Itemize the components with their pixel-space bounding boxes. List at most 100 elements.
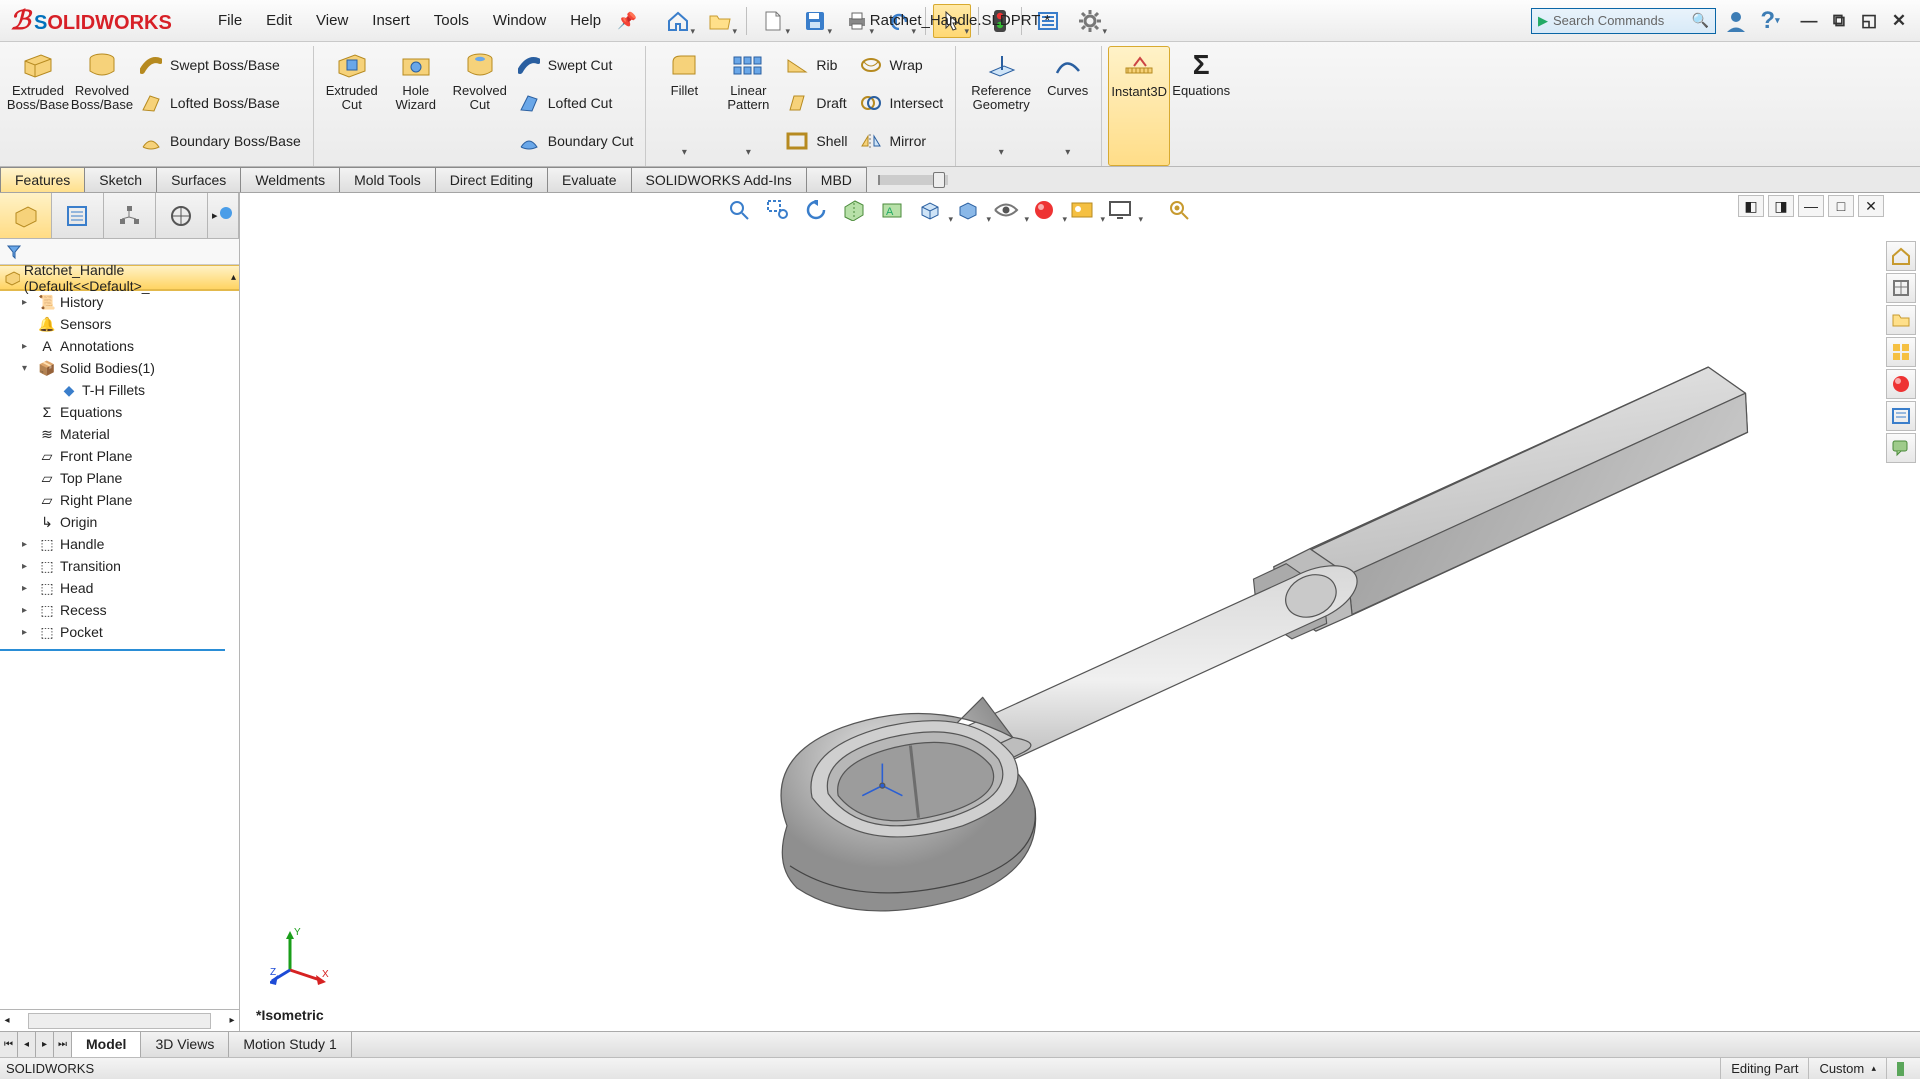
section-view-button[interactable] [837, 195, 871, 225]
menu-view[interactable]: View [306, 8, 358, 33]
tab-model[interactable]: Model [72, 1032, 141, 1057]
hole-wizard-button[interactable]: Hole Wizard [384, 46, 448, 166]
tree-item[interactable]: ΣEquations [0, 401, 239, 423]
hide-show-button[interactable]: ▾ [989, 195, 1023, 225]
dynamic-annotation-button[interactable]: A [875, 195, 909, 225]
graphics-viewport[interactable]: ◧ ◨ — □ ✕ [240, 193, 1886, 1031]
menu-tools[interactable]: Tools [424, 8, 479, 33]
minimize-button[interactable]: — [1796, 9, 1822, 33]
tree-item[interactable]: ↳Origin [0, 511, 239, 533]
taskpane-design-library[interactable] [1886, 273, 1916, 303]
curves-button[interactable]: Curves ▾ [1040, 46, 1095, 166]
pin-menu-icon[interactable]: 📌 [617, 11, 637, 31]
orientation-triad[interactable]: Y X Z [270, 925, 330, 985]
tab-sketch[interactable]: Sketch [84, 167, 157, 192]
tree-item[interactable]: ▸AAnnotations [0, 335, 239, 357]
expand-arrow-icon[interactable]: ▸ [22, 539, 34, 550]
home-button[interactable]: ▾ [659, 4, 697, 38]
tab-weldments[interactable]: Weldments [240, 167, 340, 192]
tree-item[interactable]: ▸⬚Recess [0, 599, 239, 621]
taskpane-appearances[interactable] [1886, 369, 1916, 399]
open-button[interactable]: ▾ [701, 4, 739, 38]
property-manager-tab[interactable] [52, 193, 104, 238]
tab-mold-tools[interactable]: Mold Tools [339, 167, 436, 192]
expand-arrow-icon[interactable]: ▸ [22, 297, 34, 308]
mirror-button[interactable]: Mirror [854, 122, 950, 160]
display-manager-tab[interactable]: ▸ [208, 193, 240, 238]
linear-pattern-button[interactable]: Linear Pattern ▾ [716, 46, 780, 166]
tree-item[interactable]: ▱Front Plane [0, 445, 239, 467]
intersect-button[interactable]: Intersect [854, 84, 950, 122]
tree-item[interactable]: 🔔Sensors [0, 313, 239, 335]
revolved-cut-button[interactable]: Revolved Cut [448, 46, 512, 166]
status-flag[interactable] [1886, 1058, 1914, 1079]
extruded-cut-button[interactable]: Extruded Cut [320, 46, 384, 166]
tab-nav-prev[interactable]: ◂ [18, 1032, 36, 1057]
restore-button[interactable]: ◱ [1856, 9, 1882, 33]
dimxpert-manager-tab[interactable] [156, 193, 208, 238]
instant3d-button[interactable]: Instant3D [1108, 46, 1170, 166]
render-tools-button[interactable] [1163, 195, 1197, 225]
status-units[interactable]: Custom ▴ [1808, 1058, 1886, 1079]
close-button[interactable]: ✕ [1886, 9, 1912, 33]
lofted-boss-button[interactable]: Lofted Boss/Base [134, 84, 307, 122]
save-button[interactable]: ▾ [796, 4, 834, 38]
tab-3d-views[interactable]: 3D Views [141, 1032, 229, 1057]
swept-cut-button[interactable]: Swept Cut [512, 46, 640, 84]
new-button[interactable]: ▾ [754, 4, 792, 38]
expand-arrow-icon[interactable]: ▸ [22, 583, 34, 594]
tab-mbd[interactable]: MBD [806, 167, 867, 192]
zoom-area-button[interactable] [761, 195, 795, 225]
previous-view-button[interactable] [799, 195, 833, 225]
search-commands-input[interactable]: ▶ Search Commands 🔍 [1531, 8, 1716, 34]
view-orientation-button[interactable]: ▾ [913, 195, 947, 225]
tree-item[interactable]: ▸⬚Wheel Hole [0, 643, 239, 647]
feature-manager-tab[interactable] [0, 193, 52, 238]
boundary-cut-button[interactable]: Boundary Cut [512, 122, 640, 160]
tree-item[interactable]: ▾📦Solid Bodies(1) [0, 357, 239, 379]
tree-item[interactable]: ▸📜History [0, 291, 239, 313]
tab-motion-study[interactable]: Motion Study 1 [229, 1032, 351, 1057]
menu-file[interactable]: File [208, 8, 252, 33]
tab-nav-first[interactable]: ⏮ [0, 1032, 18, 1057]
zoom-fit-button[interactable] [723, 195, 757, 225]
wrap-button[interactable]: Wrap [854, 46, 950, 84]
draft-button[interactable]: Draft [780, 84, 853, 122]
lofted-cut-button[interactable]: Lofted Cut [512, 84, 640, 122]
fillet-button[interactable]: Fillet ▾ [652, 46, 716, 166]
taskpane-file-explorer[interactable] [1886, 305, 1916, 335]
edit-appearance-button[interactable]: ▾ [1027, 195, 1061, 225]
expand-arrow-icon[interactable]: ▸ [22, 605, 34, 616]
settings-button[interactable]: ▾ [1071, 4, 1109, 38]
help-button[interactable]: ? ▾ [1756, 7, 1784, 35]
tree-item[interactable]: ▱Right Plane [0, 489, 239, 511]
feature-tree[interactable]: ▸📜History🔔Sensors▸AAnnotations▾📦Solid Bo… [0, 291, 239, 647]
expand-arrow-icon[interactable]: ▸ [22, 561, 34, 572]
tree-horizontal-scrollbar[interactable]: ◂ ▸ [0, 1009, 239, 1031]
menu-edit[interactable]: Edit [256, 8, 302, 33]
view-settings-button[interactable]: ▾ [1103, 195, 1137, 225]
tab-nav-last[interactable]: ⏭ [54, 1032, 72, 1057]
revolved-boss-button[interactable]: Revolved Boss/Base [70, 46, 134, 166]
expand-arrow-icon[interactable]: ▸ [22, 341, 34, 352]
restore-in-button[interactable]: ⧉ [1826, 9, 1852, 33]
menu-insert[interactable]: Insert [362, 8, 420, 33]
user-button[interactable] [1722, 7, 1750, 35]
reference-geometry-button[interactable]: Reference Geometry ▾ [962, 46, 1040, 166]
extruded-boss-button[interactable]: Extruded Boss/Base [6, 46, 70, 166]
tab-nav-next[interactable]: ▸ [36, 1032, 54, 1057]
expand-arrow-icon[interactable]: ▸ [22, 627, 34, 638]
tree-rollback-bar[interactable] [0, 649, 225, 651]
expand-arrow-icon[interactable]: ▾ [22, 363, 34, 374]
tree-item[interactable]: ▸⬚Handle [0, 533, 239, 555]
tab-evaluate[interactable]: Evaluate [547, 167, 631, 192]
tree-item[interactable]: ▸⬚Head [0, 577, 239, 599]
menu-help[interactable]: Help [560, 8, 611, 33]
tree-item[interactable]: ▸⬚Transition [0, 555, 239, 577]
boundary-boss-button[interactable]: Boundary Boss/Base [134, 122, 307, 160]
taskpane-custom-props[interactable] [1886, 401, 1916, 431]
tree-item[interactable]: ≋Material [0, 423, 239, 445]
swept-boss-button[interactable]: Swept Boss/Base [134, 46, 307, 84]
tab-addins[interactable]: SOLIDWORKS Add-Ins [631, 167, 807, 192]
taskpane-view-palette[interactable] [1886, 337, 1916, 367]
